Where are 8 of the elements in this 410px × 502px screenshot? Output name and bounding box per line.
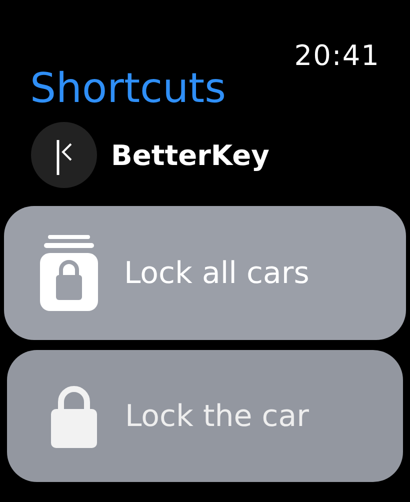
- app-icon: [31, 122, 97, 188]
- screen-title: Shortcuts: [30, 64, 226, 112]
- lock-icon: [51, 384, 97, 448]
- shortcut-button[interactable]: Lock all cars: [4, 206, 406, 340]
- clock-time: 20:41: [294, 38, 380, 74]
- app-name: BetterKey: [111, 138, 270, 172]
- shortcut-button[interactable]: Lock the car: [7, 350, 403, 482]
- lock-stack-icon: [40, 235, 98, 311]
